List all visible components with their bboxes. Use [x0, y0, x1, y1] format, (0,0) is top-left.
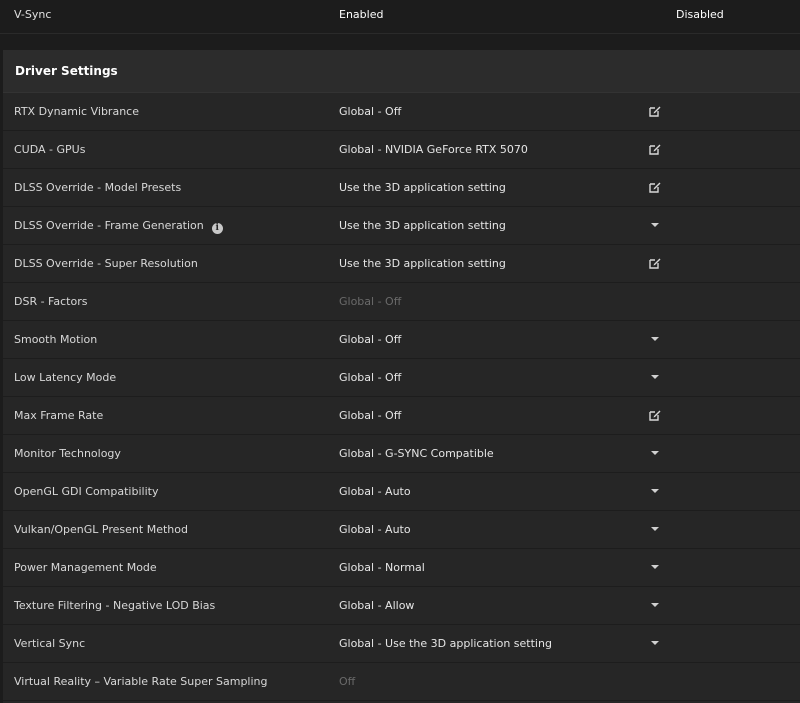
chevron-down-icon[interactable] — [645, 595, 665, 615]
setting-row-power-management-mode: Power Management Mode Global - Normal — [3, 549, 800, 587]
setting-value: Global - Off — [339, 333, 402, 346]
setting-name: Vulkan/OpenGL Present Method — [14, 523, 188, 536]
driver-settings-panel: Driver Settings RTX Dynamic Vibrance Glo… — [3, 50, 800, 703]
setting-row-vr-variable-rate-super-sampling: Virtual Reality – Variable Rate Super Sa… — [3, 663, 800, 701]
setting-row-texture-filtering-negative-lod-bias: Texture Filtering - Negative LOD Bias Gl… — [3, 587, 800, 625]
chevron-down-icon[interactable] — [645, 481, 665, 501]
setting-value: Global - Off — [339, 105, 402, 118]
setting-name: Monitor Technology — [14, 447, 121, 460]
vsync-row: V-Sync Enabled Disabled — [0, 0, 800, 34]
setting-row-low-latency-mode: Low Latency Mode Global - Off — [3, 359, 800, 397]
settings-list: RTX Dynamic Vibrance Global - Off CUDA -… — [3, 93, 800, 701]
setting-row-opengl-gdi-compatibility: OpenGL GDI Compatibility Global - Auto — [3, 473, 800, 511]
chevron-down-icon[interactable] — [645, 519, 665, 539]
setting-value: Global - Off — [339, 371, 402, 384]
setting-row-dlss-model-presets: DLSS Override - Model Presets Use the 3D… — [3, 169, 800, 207]
setting-name: CUDA - GPUs — [14, 143, 86, 156]
edit-icon[interactable] — [645, 405, 665, 425]
driver-settings-title: Driver Settings — [15, 64, 118, 78]
setting-name: OpenGL GDI Compatibility — [14, 485, 159, 498]
setting-name: Texture Filtering - Negative LOD Bias — [14, 599, 216, 612]
setting-name: Vertical Sync — [14, 637, 86, 650]
chevron-down-icon[interactable] — [645, 367, 665, 387]
setting-value: Global - G-SYNC Compatible — [339, 447, 494, 460]
setting-name: RTX Dynamic Vibrance — [14, 105, 139, 118]
edit-icon[interactable] — [645, 177, 665, 197]
chevron-down-icon[interactable] — [645, 215, 665, 235]
vsync-label: V-Sync — [14, 8, 52, 21]
setting-row-dlss-frame-generation: DLSS Override - Frame Generation i Use th… — [3, 207, 800, 245]
setting-value: Global - Off — [339, 409, 402, 422]
setting-name: DLSS Override - Super Resolution — [14, 257, 198, 270]
setting-value: Global - Auto — [339, 523, 411, 536]
section-gap — [0, 34, 800, 50]
setting-name: Max Frame Rate — [14, 409, 104, 422]
setting-value: Global - NVIDIA GeForce RTX 5070 — [339, 143, 528, 156]
setting-value: Use the 3D application setting — [339, 257, 506, 270]
setting-value: Global - Allow — [339, 599, 415, 612]
edit-icon[interactable] — [645, 101, 665, 121]
setting-row-dlss-super-resolution: DLSS Override - Super Resolution Use the… — [3, 245, 800, 283]
setting-value: Global - Auto — [339, 485, 411, 498]
setting-name: Smooth Motion — [14, 333, 98, 346]
setting-value: Use the 3D application setting — [339, 181, 506, 194]
info-icon[interactable]: i — [211, 222, 223, 234]
setting-value: Global - Off — [339, 295, 402, 308]
setting-name: DLSS Override - Model Presets — [14, 181, 182, 194]
setting-row-vertical-sync: Vertical Sync Global - Use the 3D applic… — [3, 625, 800, 663]
chevron-down-icon[interactable] — [645, 557, 665, 577]
setting-name: Power Management Mode — [14, 561, 157, 574]
setting-value: Off — [339, 675, 356, 688]
setting-value: Use the 3D application setting — [339, 219, 506, 232]
vsync-enabled-value: Enabled — [339, 8, 384, 21]
setting-name-text: DLSS Override - Frame Generation — [14, 219, 204, 232]
setting-value: Global - Normal — [339, 561, 425, 574]
edit-icon[interactable] — [645, 139, 665, 159]
vsync-disabled-value: Disabled — [676, 8, 724, 21]
setting-row-cuda-gpus: CUDA - GPUs Global - NVIDIA GeForce RTX … — [3, 131, 800, 169]
chevron-down-icon[interactable] — [645, 443, 665, 463]
setting-row-max-frame-rate: Max Frame Rate Global - Off — [3, 397, 800, 435]
chevron-down-icon[interactable] — [645, 329, 665, 349]
setting-row-smooth-motion: Smooth Motion Global - Off — [3, 321, 800, 359]
setting-row-dsr-factors: DSR - Factors Global - Off — [3, 283, 800, 321]
setting-name: DLSS Override - Frame Generation i — [14, 219, 223, 234]
setting-name: Virtual Reality – Variable Rate Super Sa… — [14, 675, 268, 688]
edit-icon[interactable] — [645, 253, 665, 273]
setting-row-rtx-dynamic-vibrance: RTX Dynamic Vibrance Global - Off — [3, 93, 800, 131]
setting-name: DSR - Factors — [14, 295, 88, 308]
setting-value: Global - Use the 3D application setting — [339, 637, 552, 650]
driver-settings-header: Driver Settings — [3, 50, 800, 93]
setting-row-monitor-technology: Monitor Technology Global - G-SYNC Compa… — [3, 435, 800, 473]
setting-name: Low Latency Mode — [14, 371, 117, 384]
setting-row-vulkan-opengl-present-method: Vulkan/OpenGL Present Method Global - Au… — [3, 511, 800, 549]
chevron-down-icon[interactable] — [645, 633, 665, 653]
